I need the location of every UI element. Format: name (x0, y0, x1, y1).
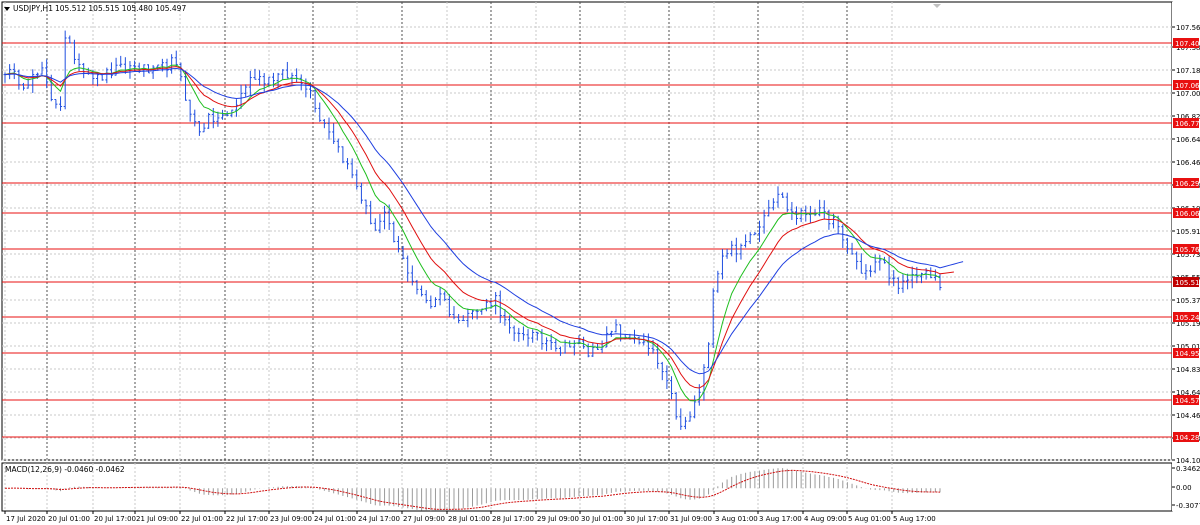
symbol-label: USDJPY,H1 (13, 4, 53, 13)
time-tick-label: 29 Jul 09:00 (537, 515, 579, 523)
price-tick-label: 104.830 (1176, 366, 1200, 374)
price-tick-label: 106.460 (1176, 159, 1200, 167)
macd-tick-label: 0.3462 (1176, 465, 1200, 473)
time-tick-label: 3 Aug 17:00 (759, 515, 802, 523)
time-axis: 17 Jul 2020 20 Jul 01:00 20 Jul 17:00 21 Ju… (4, 511, 936, 523)
level-badge-text: 107.062 (1175, 82, 1200, 90)
time-tick-label: 21 Jul 09:00 (136, 515, 178, 523)
time-tick-label: 5 Aug 01:00 (848, 515, 891, 523)
time-tick-label: 22 Jul 17:00 (226, 515, 268, 523)
macd-tick-label: -0.3077 (1176, 502, 1200, 510)
time-tick-label: 22 Jul 01:00 (181, 515, 223, 523)
macd-label: MACD(12,26,9) -0.0460 -0.0462 (5, 465, 125, 474)
price-tick-label: 107.565 (1176, 24, 1200, 32)
time-tick-label: 23 Jul 09:00 (270, 515, 312, 523)
time-tick-label: 28 Jul 17:00 (492, 515, 534, 523)
price-tick-label: 106.640 (1176, 136, 1200, 144)
level-badge-text: 107.402 (1175, 40, 1200, 48)
price-tick-label: 104.465 (1176, 412, 1200, 420)
macd-tick-label: 0.00 (1176, 484, 1192, 492)
time-tick-label: 24 Jul 17:00 (358, 515, 400, 523)
time-tick-label: 28 Jul 01:00 (448, 515, 490, 523)
time-tick-label: 20 Jul 17:00 (94, 515, 136, 523)
level-badge-text: 104.284 (1175, 434, 1200, 442)
chart-canvas: 0.34620.00-0.3077 107.565107.385107.1851… (1, 1, 1200, 523)
level-badge-text: 104.950 (1175, 350, 1200, 358)
price-tick-label: 107.185 (1176, 67, 1200, 75)
ohlc-values: 105.512 105.515 105.480 105.497 (55, 4, 186, 13)
time-tick-label: 24 Jul 01:00 (314, 515, 356, 523)
time-tick-label: 20 Jul 01:00 (48, 515, 90, 523)
level-badge-text: 105.761 (1175, 246, 1200, 254)
time-tick-label: 3 Aug 01:00 (715, 515, 758, 523)
time-tick-label: 30 Jul 01:00 (581, 515, 623, 523)
level-badge-text: 104.575 (1175, 397, 1200, 405)
time-tick-label: 4 Aug 09:00 (804, 515, 847, 523)
level-badge-text: 106.770 (1175, 120, 1200, 128)
level-badge-text: 105.514 (1175, 279, 1200, 287)
time-tick-label: 31 Jul 09:00 (670, 515, 712, 523)
time-tick-label: 5 Aug 17:00 (893, 515, 936, 523)
level-badge-text: 106.060 (1175, 210, 1200, 218)
level-badge-text: 105.240 (1175, 314, 1200, 322)
level-badge-text: 106.294 (1175, 180, 1200, 188)
time-tick-label: 17 Jul 2020 (6, 515, 46, 523)
time-tick-label: 27 Jul 09:00 (403, 515, 445, 523)
price-tick-label: 104.105 (1176, 457, 1200, 465)
price-tick-label: 107.005 (1176, 90, 1200, 98)
price-tick-label: 105.915 (1176, 228, 1200, 236)
chart-header: USDJPY,H1 105.512 105.515 105.480 105.49… (4, 4, 186, 13)
time-tick-label: 30 Jul 17:00 (626, 515, 668, 523)
price-tick-label: 105.370 (1176, 297, 1200, 305)
